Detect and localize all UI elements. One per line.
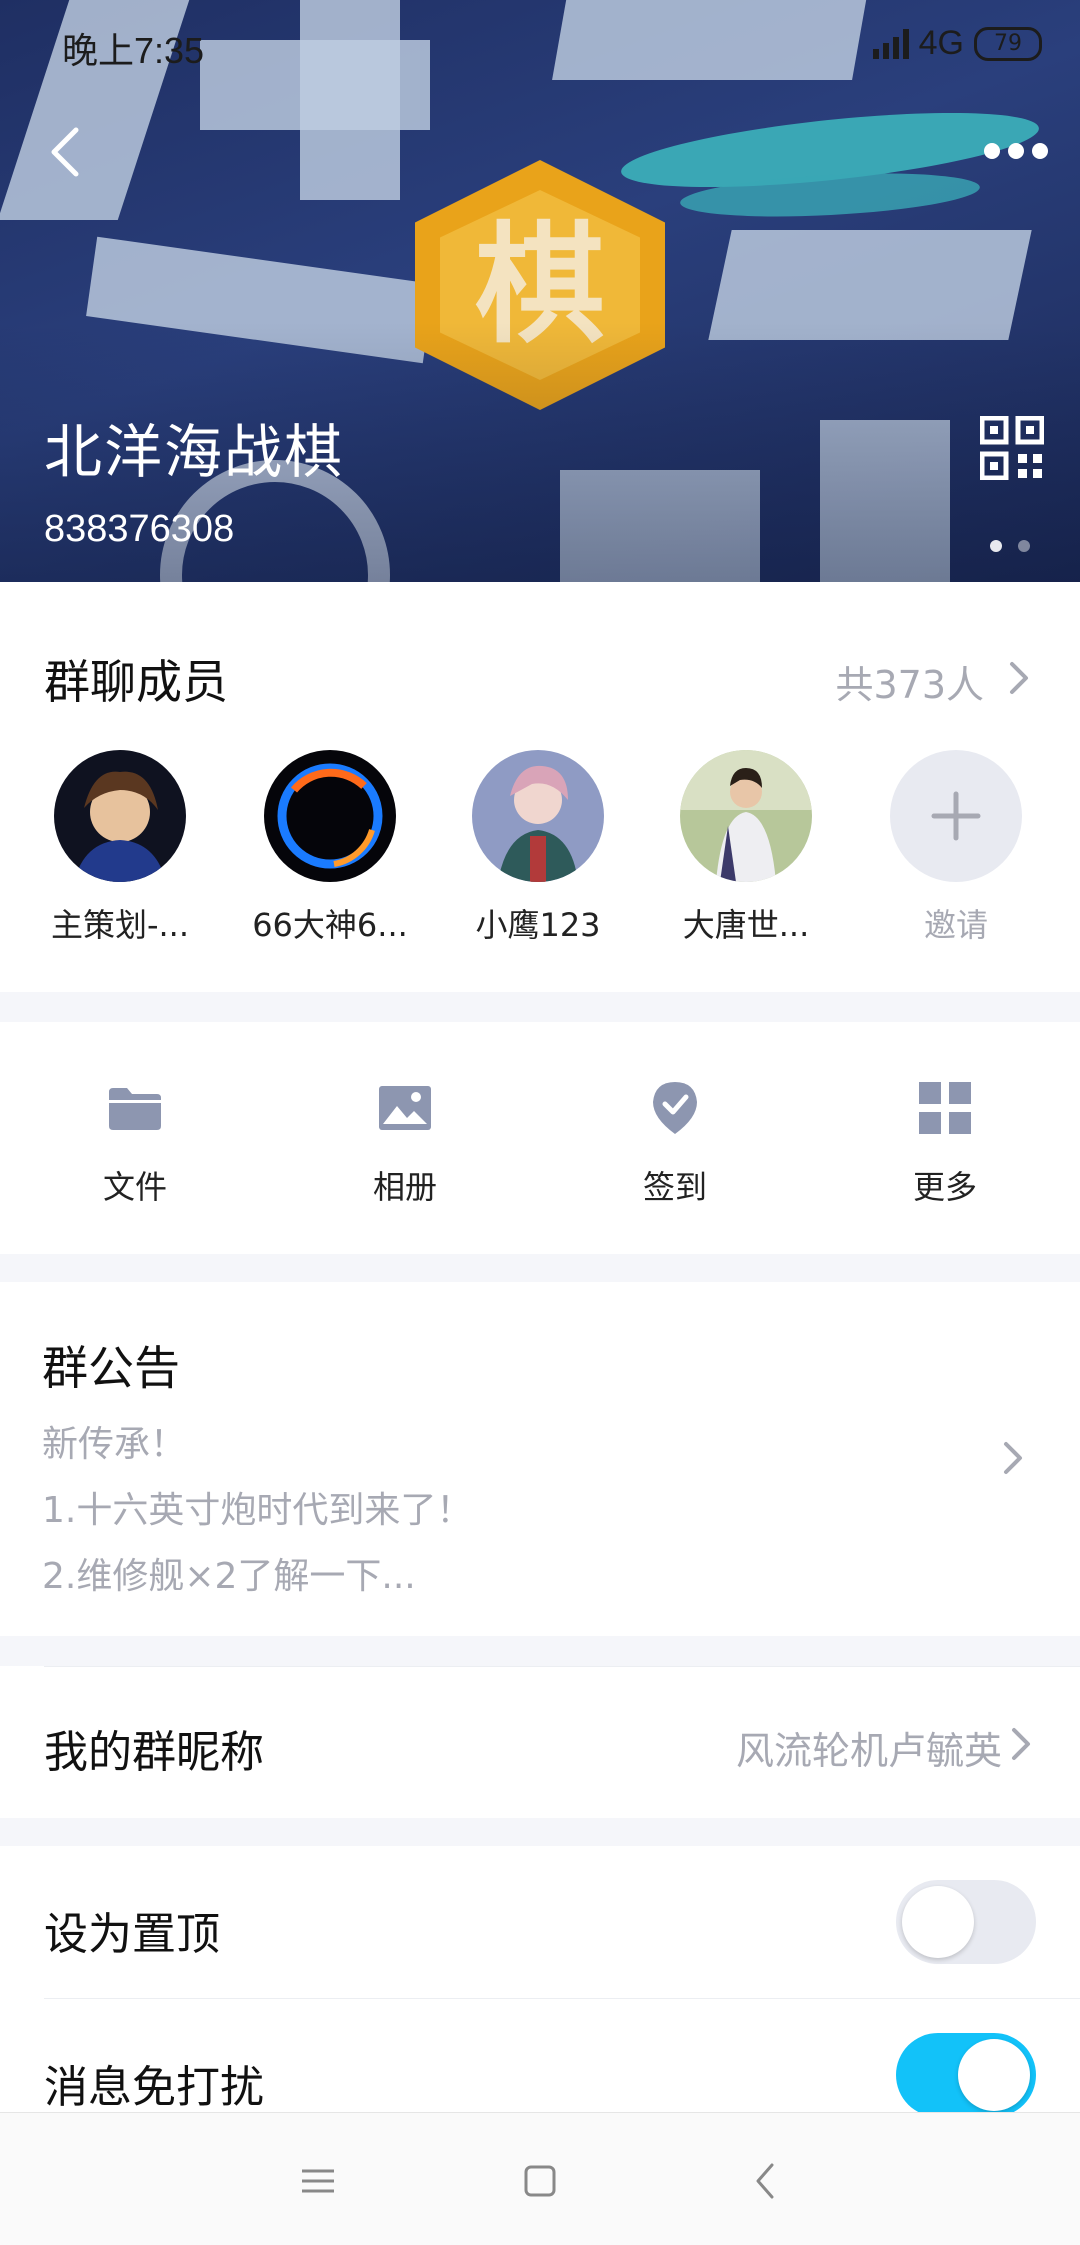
divider (44, 1666, 1080, 1667)
invite-avatar (890, 750, 1022, 882)
pin-row: 设为置顶 (0, 1846, 1080, 1998)
status-time: 晚上7:35 (62, 30, 205, 71)
chevron-right-icon (1004, 1442, 1022, 1474)
member-item[interactable]: 主策划-... (20, 750, 220, 946)
pin-toggle[interactable] (896, 1880, 1036, 1964)
tool-more[interactable]: 更多 (865, 1080, 1025, 1208)
invite-label: 邀请 (923, 906, 988, 944)
mute-toggle[interactable] (896, 2033, 1036, 2117)
banner-page-indicator (990, 540, 1030, 552)
chevron-right-icon[interactable] (1006, 658, 1032, 698)
member-name: 大唐世... (682, 906, 810, 944)
member-name: 66大神6... (252, 906, 408, 944)
member-item[interactable]: 66大神6... (230, 750, 430, 946)
nickname-label: 我的群昵称 (44, 1727, 264, 1778)
tool-label: 签到 (642, 1168, 707, 1206)
home-icon[interactable] (510, 2151, 570, 2211)
more-dot-icon (1008, 143, 1024, 159)
notice-line: 2.维修舰×2了解一下... (42, 1556, 416, 1597)
qr-code-button[interactable] (979, 415, 1045, 481)
page-dot (1018, 540, 1030, 552)
more-options-button[interactable] (984, 136, 1054, 166)
group-banner: 棋 (0, 0, 1080, 582)
tool-files[interactable]: 文件 (55, 1080, 215, 1208)
tool-checkin[interactable]: 签到 (595, 1080, 755, 1208)
members-section: 群聊成员 共373人 主策划-... 66大神6... 小鹰123 大唐世...… (0, 582, 1080, 992)
network-type: 4G (918, 24, 964, 62)
nickname-value: 风流轮机卢毓英 (735, 1729, 1002, 1773)
status-indicators: 4G 79 (872, 24, 1042, 63)
group-id: 838376308 (44, 508, 235, 550)
more-dot-icon (984, 143, 1000, 159)
member-avatar (680, 750, 812, 882)
back-nav-icon[interactable] (736, 2151, 796, 2211)
chat-settings: 设为置顶 消息免打扰 (0, 1846, 1080, 2146)
member-avatar (472, 750, 604, 882)
group-notice[interactable]: 群公告 新传承！ 1.十六英寸炮时代到来了！ 2.维修舰×2了解一下... (0, 1282, 1080, 1636)
image-icon (379, 1086, 431, 1130)
member-name: 主策划-... (50, 906, 190, 944)
folder-icon (109, 1088, 161, 1130)
checkin-badge-icon (653, 1082, 697, 1134)
menu-icon[interactable] (288, 2151, 348, 2211)
my-nickname-row[interactable]: 我的群昵称 风流轮机卢毓英 (0, 1666, 1080, 1818)
status-bar: 晚上7:35 4G 79 (0, 0, 1080, 86)
grid-icon (919, 1082, 971, 1134)
signal-icon (872, 28, 909, 59)
member-avatar (264, 750, 396, 882)
plus-icon (931, 791, 981, 841)
mute-label: 消息免打扰 (44, 2062, 264, 2113)
chevron-right-icon (1012, 1728, 1030, 1760)
tool-label: 相册 (372, 1168, 437, 1206)
tool-album[interactable]: 相册 (325, 1080, 485, 1208)
toggle-knob (958, 2039, 1030, 2111)
battery-icon: 79 (974, 26, 1042, 61)
toggle-knob (902, 1886, 974, 1958)
member-count[interactable]: 共373人 (835, 654, 984, 709)
member-avatar (54, 750, 186, 882)
member-item[interactable]: 大唐世... (646, 750, 846, 946)
group-name: 北洋海战棋 (44, 418, 345, 486)
group-tools: 文件 相册 签到 更多 (0, 1022, 1080, 1254)
qr-code-icon (979, 415, 1045, 481)
pin-label: 设为置顶 (44, 1909, 220, 1960)
page-dot (990, 540, 1002, 552)
notice-line: 新传承！ (42, 1424, 187, 1465)
notice-line: 1.十六英寸炮时代到来了！ (42, 1490, 473, 1531)
back-button[interactable] (42, 122, 92, 182)
invite-button[interactable]: 邀请 (856, 750, 1056, 946)
member-name: 小鹰123 (475, 906, 601, 944)
members-title: 群聊成员 (44, 655, 228, 709)
member-item[interactable]: 小鹰123 (438, 750, 638, 946)
notice-content: 新传承！ 1.十六英寸炮时代到来了！ 2.维修舰×2了解一下... (42, 1412, 472, 1610)
tool-label: 文件 (102, 1168, 167, 1206)
system-navigation-bar (0, 2112, 1080, 2245)
more-dot-icon (1032, 143, 1048, 159)
tool-label: 更多 (912, 1168, 977, 1206)
back-arrow-icon (51, 127, 79, 177)
notice-title: 群公告 (42, 1341, 180, 1395)
